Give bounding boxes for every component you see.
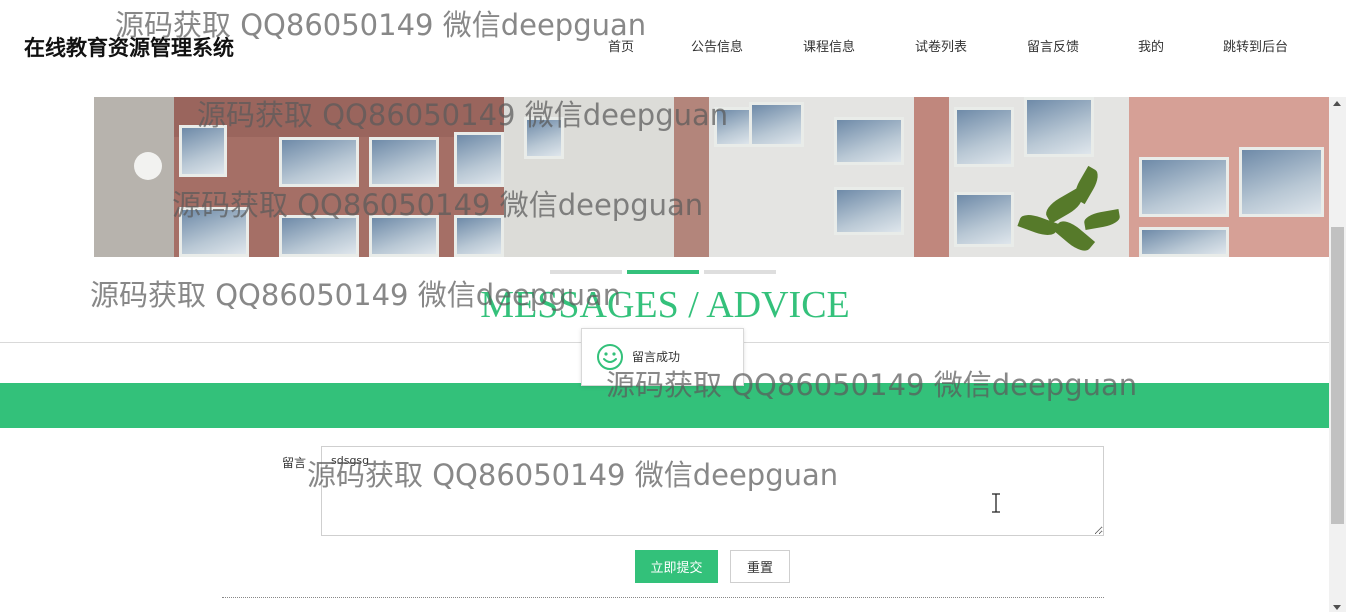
text-cursor-icon [992,493,1000,513]
site-logo[interactable]: 在线教育资源管理系统 [24,32,234,62]
carousel-indicator-2[interactable] [627,270,699,274]
scrollbar-thumb[interactable] [1331,227,1344,524]
nav-admin[interactable]: 跳转到后台 [1223,36,1288,55]
green-header-bar [0,383,1330,428]
carousel-indicator-3[interactable] [704,270,776,274]
toast-message: 留言成功 [632,350,681,364]
window-edge [1346,0,1362,612]
scroll-up-icon[interactable] [1333,101,1341,106]
section-title: MESSAGES / ADVICE [480,284,850,326]
reset-button[interactable]: 重置 [730,550,790,583]
scroll-down-icon[interactable] [1333,605,1341,610]
brick-column [674,97,709,257]
banner-image [94,97,1329,257]
brick-column-2 [914,97,949,257]
nav-feedback[interactable]: 留言反馈 [1027,36,1079,55]
message-textarea[interactable]: sdsgsg [321,446,1104,536]
dotted-divider [222,597,1104,598]
nav-mine[interactable]: 我的 [1138,36,1164,55]
submit-button[interactable]: 立即提交 [635,550,718,583]
carousel-indicator-1[interactable] [550,270,622,274]
nav-courses[interactable]: 课程信息 [803,36,855,55]
nav-papers[interactable]: 试卷列表 [915,36,967,55]
page: 在线教育资源管理系统 首页 公告信息 课程信息 试卷列表 留言反馈 我的 跳转到… [0,0,1362,612]
scroll-track-top [1329,0,1346,97]
message-label: 留言 [282,456,307,470]
success-toast: 留言成功 [581,328,744,386]
smile-icon [597,344,623,370]
nav-announcements[interactable]: 公告信息 [691,36,743,55]
vertical-scrollbar[interactable] [1329,97,1346,612]
nav-home[interactable]: 首页 [608,36,634,55]
building-left-edge [94,97,174,257]
